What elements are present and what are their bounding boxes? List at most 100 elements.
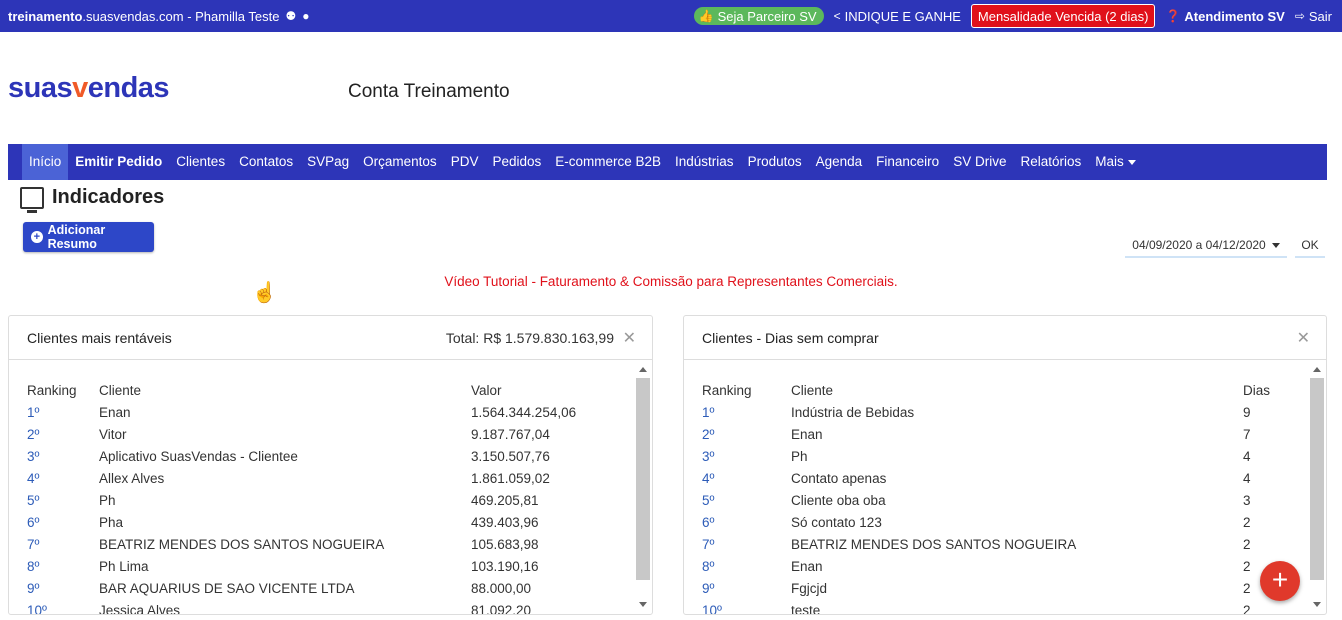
- client-cell: BEATRIZ MENDES DOS SANTOS NOGUEIRA: [99, 537, 385, 552]
- brand-logo[interactable]: suasvendas: [8, 72, 170, 105]
- rank-cell[interactable]: 9º: [702, 578, 714, 600]
- scroll-down-icon[interactable]: [1313, 602, 1321, 607]
- rank-cell[interactable]: 1º: [27, 402, 39, 424]
- value-cell: 9.187.767,04: [471, 427, 550, 442]
- value-cell: 103.190,16: [471, 559, 539, 574]
- rank-cell[interactable]: 6º: [702, 512, 714, 534]
- nav-sv-drive[interactable]: SV Drive: [946, 144, 1013, 180]
- client-cell: Ph: [791, 449, 808, 464]
- nav-ecommerce[interactable]: E-commerce B2B: [548, 144, 668, 180]
- scroll-thumb[interactable]: [636, 378, 650, 580]
- fab-add-button[interactable]: +: [1260, 561, 1300, 601]
- account-name: Conta Treinamento: [348, 81, 510, 102]
- close-icon[interactable]: ✕: [1297, 328, 1310, 348]
- rank-cell[interactable]: 7º: [27, 534, 39, 556]
- column-header: Cliente: [99, 383, 142, 398]
- scrollbar[interactable]: [636, 364, 650, 610]
- nav-pedidos[interactable]: Pedidos: [485, 144, 548, 180]
- scrollbar[interactable]: [1310, 364, 1324, 610]
- value-cell: 469.205,81: [471, 493, 539, 508]
- nav-mais[interactable]: Mais: [1088, 144, 1143, 180]
- nav-agenda[interactable]: Agenda: [809, 144, 870, 180]
- rank-cell[interactable]: 8º: [702, 556, 714, 578]
- tutorial-link[interactable]: Vídeo Tutorial - Faturamento & Comissão …: [0, 274, 1342, 289]
- column-header: Ranking: [27, 383, 77, 398]
- rank-cell[interactable]: 2º: [27, 424, 39, 446]
- nav-produtos[interactable]: Produtos: [741, 144, 809, 180]
- rank-cell[interactable]: 6º: [27, 512, 39, 534]
- rank-cell[interactable]: 5º: [702, 490, 714, 512]
- value-cell: 81.092,20: [471, 603, 532, 615]
- value-cell: 2: [1243, 515, 1251, 530]
- topbar-right: 👍 Seja Parceiro SV < INDIQUE E GANHE Mensa…: [693, 0, 1332, 32]
- value-cell: 439.403,96: [471, 515, 539, 530]
- nav-svpag[interactable]: SVPag: [300, 144, 356, 180]
- share-icon: <: [833, 9, 841, 23]
- android-icon[interactable]: ⚉: [285, 10, 296, 22]
- chevron-down-icon: [1271, 242, 1280, 248]
- add-summary-button[interactable]: + Adicionar Resumo: [23, 222, 154, 252]
- nav-industrias[interactable]: Indústrias: [668, 144, 741, 180]
- value-cell: 3.150.507,76: [471, 449, 550, 464]
- rank-cell[interactable]: 2º: [702, 424, 714, 446]
- account-domain: treinamento.suasvendas.com - Phamilla Te…: [8, 8, 280, 24]
- scroll-down-icon[interactable]: [639, 602, 647, 607]
- nav-clientes[interactable]: Clientes: [169, 144, 232, 180]
- rank-cell[interactable]: 3º: [702, 446, 714, 468]
- scroll-up-icon[interactable]: [639, 367, 647, 372]
- partner-button[interactable]: 👍 Seja Parceiro SV: [693, 7, 824, 25]
- client-cell: Fgjcjd: [791, 581, 828, 596]
- client-cell: Indústria de Bebidas: [791, 405, 915, 420]
- nav-financeiro[interactable]: Financeiro: [869, 144, 946, 180]
- client-cell: Enan: [791, 427, 823, 442]
- nav-contatos[interactable]: Contatos: [232, 144, 300, 180]
- client-cell: Só contato 123: [791, 515, 882, 530]
- value-cell: 4: [1243, 449, 1251, 464]
- refer-link[interactable]: < INDIQUE E GANHE: [834, 9, 961, 24]
- rank-cell[interactable]: 9º: [27, 578, 39, 600]
- rank-cell[interactable]: 3º: [27, 446, 39, 468]
- value-cell: 2: [1243, 603, 1251, 615]
- panel-body: Ranking Cliente Dias 1º Indústria de Bebidas…: [684, 360, 1326, 614]
- value-cell: 2: [1243, 581, 1251, 596]
- close-icon[interactable]: ✕: [623, 328, 636, 348]
- nav-pdv[interactable]: PDV: [444, 144, 486, 180]
- chevron-down-icon: [1127, 159, 1136, 165]
- column-header: Dias: [1243, 383, 1271, 398]
- apple-icon[interactable]: ●: [302, 10, 309, 22]
- date-range-picker[interactable]: 04/09/2020 a 04/12/2020: [1125, 234, 1287, 258]
- plus-icon: +: [31, 231, 43, 243]
- user-name: Phamilla Teste: [195, 8, 280, 24]
- overdue-badge[interactable]: Mensalidade Vencida (2 dias): [970, 4, 1156, 28]
- client-cell: Vitor: [99, 427, 127, 442]
- nav-relatorios[interactable]: Relatórios: [1013, 144, 1088, 180]
- ok-button[interactable]: OK: [1295, 234, 1325, 258]
- panel-header: Clientes mais rentáveis Total: R$ 1.579.…: [9, 316, 652, 360]
- logout-link[interactable]: ⇨ Sair: [1295, 9, 1332, 24]
- nav-inicio[interactable]: Início: [22, 144, 69, 180]
- scroll-up-icon[interactable]: [1313, 367, 1321, 372]
- panel-header: Clientes - Dias sem comprar ✕: [684, 316, 1326, 360]
- top-bar: treinamento.suasvendas.com - Phamilla Te…: [0, 0, 1342, 32]
- client-cell: Enan: [99, 405, 131, 420]
- value-cell: 1.861.059,02: [471, 471, 550, 486]
- rank-cell[interactable]: 4º: [702, 468, 714, 490]
- days-without-buying-panel: Clientes - Dias sem comprar ✕ Ranking Cli…: [683, 315, 1327, 615]
- rank-cell[interactable]: 10º: [702, 600, 722, 614]
- rank-cell[interactable]: 7º: [702, 534, 714, 556]
- nav-orcamentos[interactable]: Orçamentos: [356, 144, 444, 180]
- panel-title: Clientes - Dias sem comprar: [702, 329, 879, 346]
- rank-cell[interactable]: 4º: [27, 468, 39, 490]
- value-cell: 2: [1243, 559, 1251, 574]
- value-cell: 2: [1243, 537, 1251, 552]
- rank-cell[interactable]: 1º: [702, 402, 714, 424]
- nav-emitir-pedido[interactable]: Emitir Pedido: [68, 144, 169, 180]
- rank-cell[interactable]: 8º: [27, 556, 39, 578]
- client-cell: Cliente oba oba: [791, 493, 886, 508]
- scroll-thumb[interactable]: [1310, 378, 1324, 580]
- rank-cell[interactable]: 5º: [27, 490, 39, 512]
- client-cell: Enan: [791, 559, 823, 574]
- client-cell: Ph Lima: [99, 559, 149, 574]
- support-link[interactable]: ❓ Atendimento SV: [1165, 9, 1284, 24]
- rank-cell[interactable]: 10º: [27, 600, 47, 614]
